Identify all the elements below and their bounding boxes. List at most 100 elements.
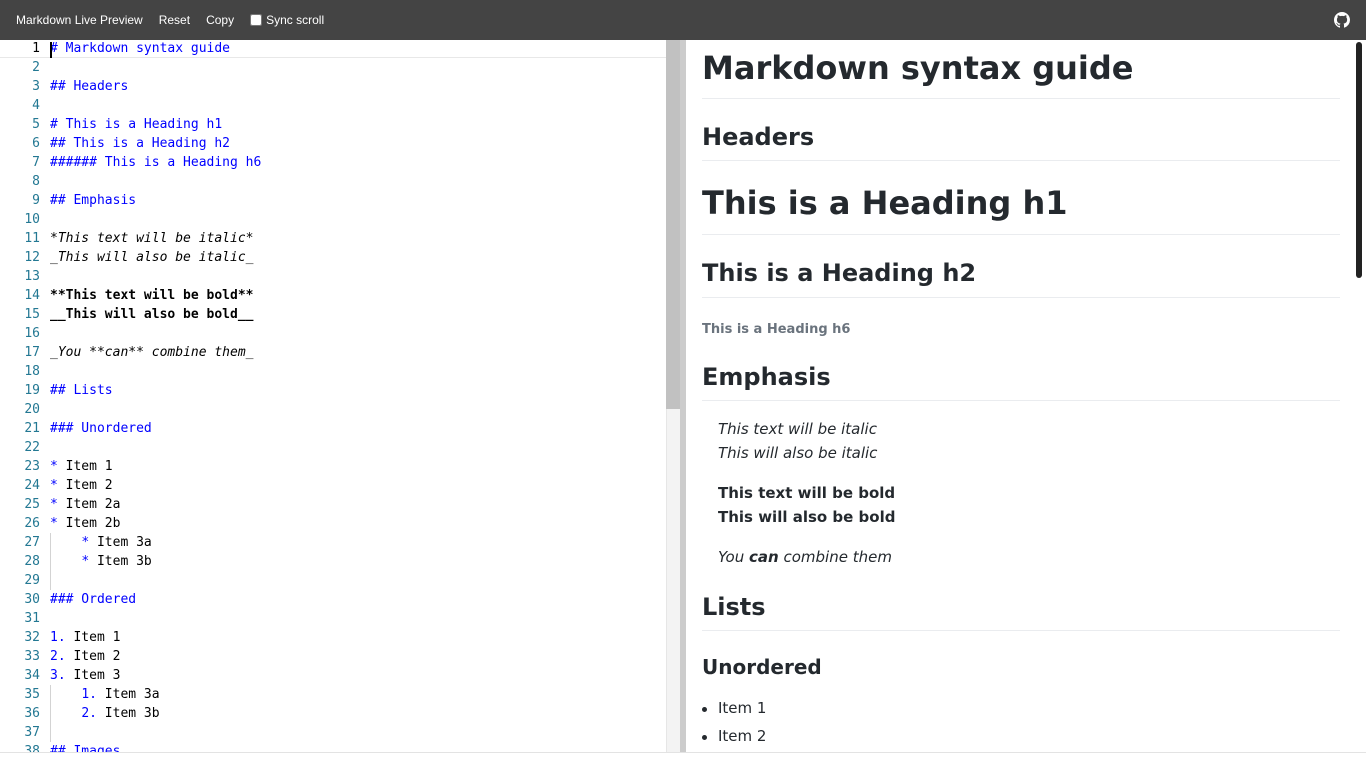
- line-text: _This will also be italic_: [50, 250, 254, 265]
- code-text[interactable]: ### Unordered: [50, 419, 152, 438]
- markdown-editor[interactable]: 1 # Markdown syntax guide 2 3 ## Headers 4 5 # …: [0, 40, 680, 752]
- editor-line[interactable]: 18: [0, 362, 666, 381]
- line-number: 1: [32, 41, 40, 56]
- code-text[interactable]: 1. Item 3a: [50, 685, 159, 704]
- code-text[interactable]: ### Ordered: [50, 590, 136, 609]
- code-text[interactable]: _You **can** combine them_: [50, 343, 254, 362]
- editor-line[interactable]: 23 * Item 1: [0, 457, 666, 476]
- editor-line[interactable]: 14 **This text will be bold**: [0, 286, 666, 305]
- editor-line[interactable]: 19 ## Lists: [0, 381, 666, 400]
- code-text[interactable]: 1. Item 1: [50, 628, 120, 647]
- app-title[interactable]: Markdown Live Preview: [16, 13, 143, 27]
- editor-line[interactable]: 10: [0, 210, 666, 229]
- editor-line[interactable]: 7 ###### This is a Heading h6: [0, 153, 666, 172]
- preview-italic-2: This will also be italic: [718, 444, 878, 462]
- line-number: 26: [24, 516, 40, 531]
- editor-line[interactable]: 6 ## This is a Heading h2: [0, 134, 666, 153]
- editor-line[interactable]: 17 _You **can** combine them_: [0, 343, 666, 362]
- editor-line[interactable]: 3 ## Headers: [0, 77, 666, 96]
- sync-scroll-checkbox[interactable]: [250, 14, 263, 26]
- code-text[interactable]: * Item 2a: [50, 495, 120, 514]
- code-text[interactable]: 2. Item 2: [50, 647, 120, 666]
- editor-line[interactable]: 20: [0, 400, 666, 419]
- editor-line[interactable]: 33 2. Item 2: [0, 647, 666, 666]
- editor-line[interactable]: 5 # This is a Heading h1: [0, 115, 666, 134]
- editor-scrollbar-thumb[interactable]: [666, 40, 680, 409]
- editor-line[interactable]: 37: [0, 723, 666, 742]
- editor-line[interactable]: 1 # Markdown syntax guide: [0, 40, 666, 58]
- code-text[interactable]: __This will also be bold__: [50, 305, 254, 324]
- line-number: 36: [24, 706, 40, 721]
- editor-line[interactable]: 9 ## Emphasis: [0, 191, 666, 210]
- sync-scroll-toggle[interactable]: Sync scroll: [250, 13, 324, 27]
- editor-line[interactable]: 36 2. Item 3b: [0, 704, 666, 723]
- editor-line[interactable]: 24 * Item 2: [0, 476, 666, 495]
- preview-h1-title: Markdown syntax guide: [702, 49, 1134, 87]
- editor-line[interactable]: 28 * Item 3b: [0, 552, 666, 571]
- editor-line[interactable]: 25 * Item 2a: [0, 495, 666, 514]
- code-text[interactable]: _This will also be italic_: [50, 248, 254, 267]
- editor-line[interactable]: 22: [0, 438, 666, 457]
- editor-line[interactable]: 4: [0, 96, 666, 115]
- code-text[interactable]: ## Emphasis: [50, 191, 136, 210]
- editor-line[interactable]: 16: [0, 324, 666, 343]
- code-text[interactable]: 3. Item 3: [50, 666, 120, 685]
- line-number: 2: [32, 60, 40, 75]
- list-marker: *: [50, 478, 58, 493]
- copy-button[interactable]: Copy: [206, 13, 234, 27]
- editor-line[interactable]: 21 ### Unordered: [0, 419, 666, 438]
- list-text: Item 3: [65, 668, 121, 683]
- code-text[interactable]: * Item 2b: [50, 514, 120, 533]
- editor-line[interactable]: 35 1. Item 3a: [0, 685, 666, 704]
- editor-line[interactable]: 12 _This will also be italic_: [0, 248, 666, 267]
- code-text[interactable]: * Item 2: [50, 476, 113, 495]
- editor-line[interactable]: 34 3. Item 3: [0, 666, 666, 685]
- preview-h3-unordered: Unordered: [702, 655, 822, 679]
- line-text: _You **can** combine them_: [50, 345, 254, 360]
- line-number: 38: [24, 744, 40, 752]
- code-text[interactable]: * Item 3a: [50, 533, 151, 552]
- editor-line[interactable]: 26 * Item 2b: [0, 514, 666, 533]
- line-number: 13: [24, 269, 40, 284]
- editor-line[interactable]: 38 ## Images: [0, 742, 666, 752]
- list-text: Item 3b: [89, 554, 152, 569]
- code-text[interactable]: ###### This is a Heading h6: [50, 153, 261, 172]
- line-text: ### Ordered: [50, 592, 137, 607]
- code-text[interactable]: ## Headers: [50, 77, 128, 96]
- editor-line[interactable]: 2: [0, 58, 666, 77]
- github-icon[interactable]: [1334, 12, 1350, 28]
- indent-guide: [50, 685, 51, 742]
- code-text[interactable]: ## Lists: [50, 381, 113, 400]
- preview-scrollbar[interactable]: [1356, 42, 1362, 278]
- line-text: ## Headers: [50, 79, 129, 94]
- editor-line[interactable]: 15 __This will also be bold__: [0, 305, 666, 324]
- code-text[interactable]: # This is a Heading h1: [50, 115, 222, 134]
- code-text[interactable]: * Item 3b: [50, 552, 152, 571]
- list-marker: *: [50, 497, 58, 512]
- editor-line[interactable]: 29: [0, 571, 666, 590]
- editor-line[interactable]: 13: [0, 267, 666, 286]
- editor-line[interactable]: 8: [0, 172, 666, 191]
- code-text[interactable]: **This text will be bold**: [50, 286, 254, 305]
- line-number: 21: [24, 421, 40, 436]
- code-text[interactable]: # Markdown syntax guide: [50, 40, 230, 58]
- editor-line[interactable]: 30 ### Ordered: [0, 590, 666, 609]
- code-text[interactable]: ## This is a Heading h2: [50, 134, 230, 153]
- editor-line[interactable]: 27 * Item 3a: [0, 533, 666, 552]
- editor-line[interactable]: 31: [0, 609, 666, 628]
- code-text[interactable]: ## Images: [50, 742, 120, 752]
- line-number: 34: [24, 668, 40, 683]
- code-text[interactable]: 2. Item 3b: [50, 704, 159, 723]
- reset-button[interactable]: Reset: [159, 13, 190, 27]
- editor-line[interactable]: 32 1. Item 1: [0, 628, 666, 647]
- line-text: ### Unordered: [50, 421, 152, 436]
- line-text: *This text will be italic*: [50, 231, 254, 246]
- preview-bold-1: This text will be bold: [718, 484, 896, 502]
- code-text[interactable]: *This text will be italic*: [50, 229, 254, 248]
- code-text[interactable]: * Item 1: [50, 457, 113, 476]
- editor-line[interactable]: 11 *This text will be italic*: [0, 229, 666, 248]
